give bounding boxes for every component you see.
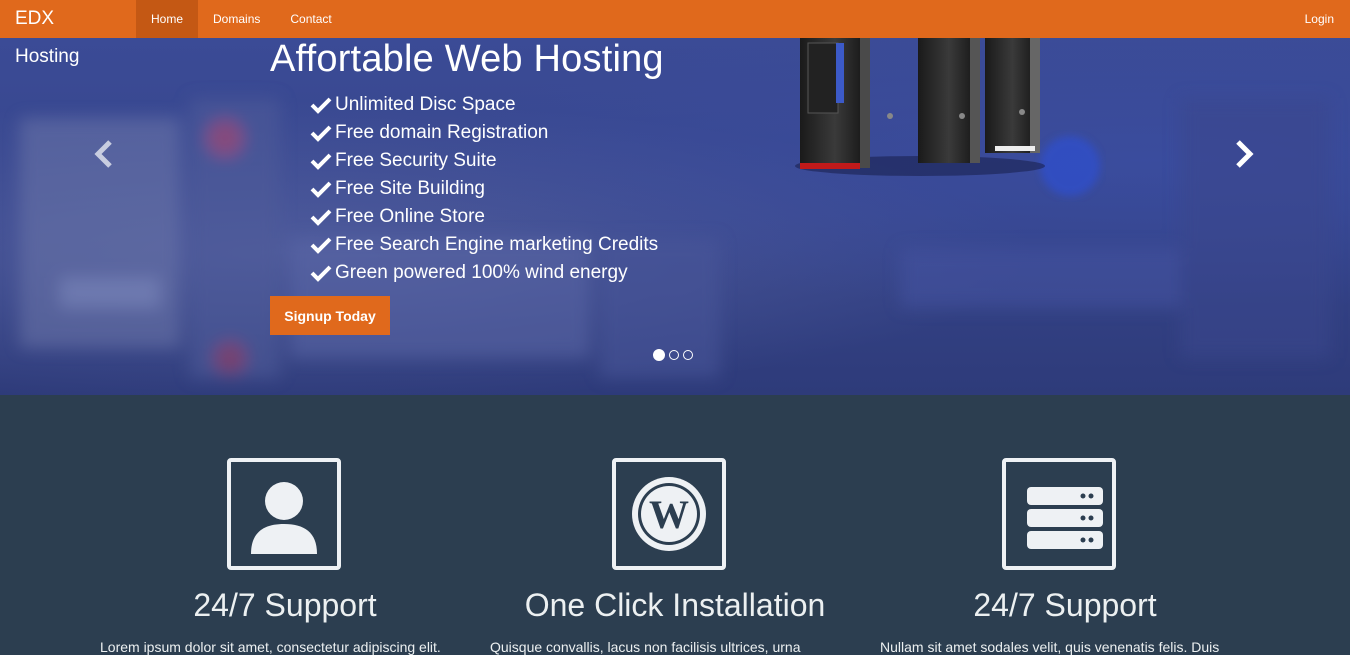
feature-label: Free Online Store	[335, 206, 485, 227]
feature-label: Unlimited Disc Space	[335, 94, 516, 115]
list-item: Free Security Suite	[310, 147, 658, 175]
check-icon	[310, 209, 332, 226]
check-icon	[310, 153, 332, 170]
brand-logo[interactable]: EDX Hosting	[0, 0, 136, 67]
nav-home[interactable]: Home	[136, 0, 199, 38]
hero-feature-list: Unlimited Disc Space Free domain Registr…	[310, 91, 658, 287]
hero-background	[20, 98, 1330, 378]
list-item: Unlimited Disc Space	[310, 91, 658, 119]
icon-box: W	[612, 458, 726, 570]
carousel-dot-2[interactable]	[669, 350, 679, 360]
signup-button[interactable]: Signup Today	[270, 296, 390, 335]
list-item: Free Search Engine marketing Credits	[310, 231, 658, 259]
feature-label: Green powered 100% wind energy	[335, 262, 628, 283]
chevron-right-icon[interactable]	[1232, 138, 1256, 170]
server-towers-image	[795, 38, 1045, 176]
carousel-indicators	[653, 349, 693, 361]
feature-label: Free Search Engine marketing Credits	[335, 234, 659, 255]
feature-title: One Click Installation	[524, 587, 826, 623]
chevron-left-icon[interactable]	[92, 138, 116, 170]
feature-title: 24/7 Support	[973, 587, 1157, 623]
user-icon	[251, 482, 317, 554]
list-item: Free domain Registration	[310, 119, 658, 147]
feature-label: Free domain Registration	[335, 122, 549, 143]
check-icon	[310, 237, 332, 254]
feature-title: 24/7 Support	[193, 587, 377, 623]
feature-text: Lorem ipsum dolor sit amet, consectetur …	[100, 639, 441, 655]
nav-contact[interactable]: Contact	[275, 0, 346, 38]
list-item: Green powered 100% wind energy	[310, 259, 658, 287]
check-icon	[310, 97, 332, 114]
server-icon	[1027, 487, 1103, 549]
hero-carousel: Affortable Web Hosting Unlimited Disc Sp…	[0, 38, 1350, 395]
check-icon	[310, 181, 332, 198]
icon-box	[227, 458, 341, 570]
feature-label: Free Site Building	[335, 178, 485, 199]
list-item: Free Online Store	[310, 203, 658, 231]
hero-title: Affortable Web Hosting	[270, 38, 664, 80]
list-item: Free Site Building	[310, 175, 658, 203]
svg-text:W: W	[649, 492, 689, 537]
feature-text: Nullam sit amet sodales velit, quis vene…	[880, 639, 1220, 655]
login-link[interactable]: Login	[1290, 0, 1350, 38]
nav-domains[interactable]: Domains	[198, 0, 275, 38]
features-section: 24/7 Support Lorem ipsum dolor sit amet,…	[0, 395, 1350, 655]
feature-label: Free Security Suite	[335, 150, 497, 171]
check-icon	[310, 125, 332, 142]
wordpress-icon: W	[632, 477, 706, 551]
feature-text: Quisque convallis, lacus non facilisis u…	[490, 639, 801, 655]
carousel-dot-1[interactable]	[653, 349, 665, 361]
check-icon	[310, 265, 332, 282]
carousel-dot-3[interactable]	[683, 350, 693, 360]
navbar: EDX Hosting Home Domains Contact Login	[0, 0, 1350, 67]
icon-box	[1002, 458, 1116, 570]
